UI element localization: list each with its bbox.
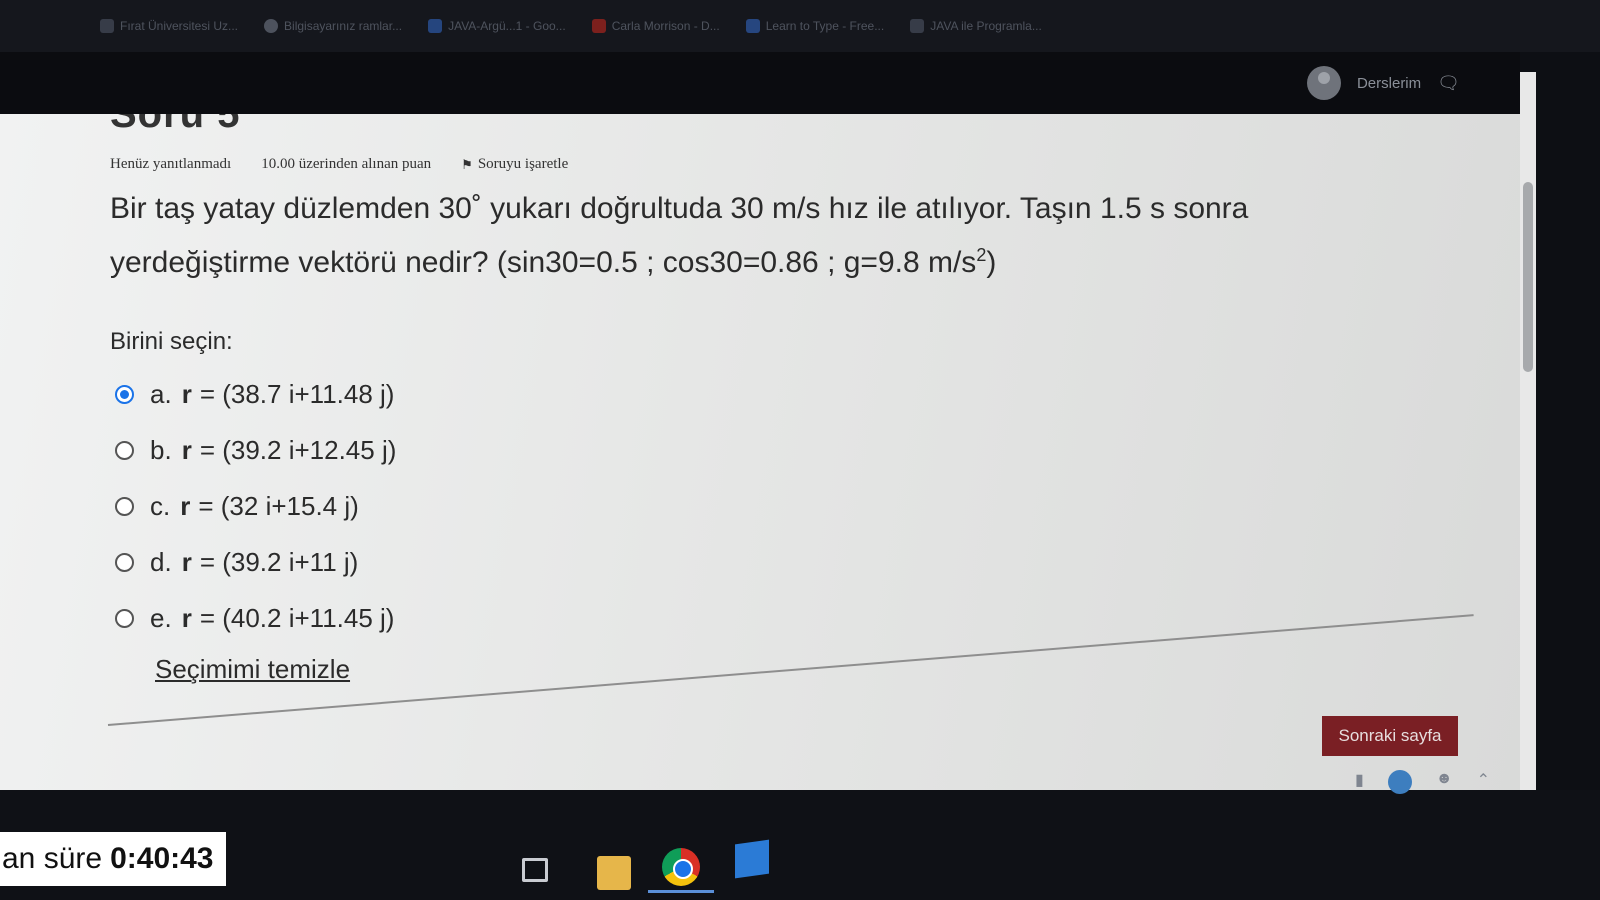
flag-question-label: Soruyu işaretle — [477, 156, 569, 172]
option-d[interactable]: d. r = (39.2 i+11 j) — [115, 534, 396, 590]
github-icon — [264, 19, 279, 33]
active-app-indicator — [648, 890, 714, 893]
flag-question-link[interactable]: ⚑ Soruyu işaretle — [461, 156, 568, 173]
option-value: = (39.2 i+12.45 j) — [199, 434, 397, 465]
question-text-line: yerdeğiştirme vektörü nedir? (sin30=0.5 … — [110, 245, 997, 279]
nav-link-courses[interactable]: Derslerim — [1357, 75, 1421, 92]
option-value: = (40.2 i+11.45 j) — [199, 602, 395, 633]
option-e[interactable]: e. r = (40.2 i+11.45 j) — [115, 590, 396, 646]
option-vector-symbol: r — [181, 434, 192, 465]
option-b[interactable]: b. r = (39.2 i+12.45 j) — [115, 422, 396, 478]
option-letter: d. — [150, 546, 172, 577]
flag-icon: ⚑ — [461, 156, 473, 172]
question-text-line: Bir taş yatay düzlemden 30˚ yukarı doğru… — [110, 192, 1249, 225]
answer-options: a. r = (38.7 i+11.48 j) b. r = (39.2 i+1… — [115, 366, 396, 646]
radio-button[interactable] — [115, 384, 134, 404]
quiz-page: Soru 5 Henüz yanıtlanmadı 10.00 üzerinde… — [0, 114, 1520, 790]
chat-bubble-icon[interactable]: 🗨 — [1437, 73, 1460, 94]
drive-icon — [428, 19, 443, 33]
option-value: = (32 i+15.4 j) — [198, 490, 359, 521]
task-view-icon[interactable] — [522, 858, 548, 882]
option-value: = (38.7 i+11.48 j) — [199, 378, 395, 409]
question-text: Bir taş yatay düzlemden 30˚ yukarı doğru… — [110, 186, 1360, 286]
timer-label: an süre — [2, 842, 103, 875]
option-vector-symbol: r — [180, 490, 191, 521]
option-letter: a. — [150, 378, 172, 409]
remote-desktop-icon[interactable] — [735, 839, 769, 879]
timer-value: 0:40:43 — [110, 842, 214, 875]
bookmark-item[interactable]: Bilgisayarınız ramlar... — [264, 19, 402, 33]
bookmarks-bar: Fırat Üniversitesi Uz... Bilgisayarınız … — [0, 0, 1600, 52]
question-info: Henüz yanıtlanmadı 10.00 üzerinden alına… — [110, 156, 568, 173]
option-c[interactable]: c. r = (32 i+15.4 j) — [115, 478, 396, 534]
chevron-up-icon[interactable]: ⌃ — [1477, 770, 1490, 794]
page-icon — [100, 19, 114, 33]
question-points: 10.00 üzerinden alınan puan — [261, 156, 432, 172]
scroll-thumb[interactable] — [1523, 182, 1533, 372]
option-letter: c. — [150, 490, 171, 521]
radio-button[interactable] — [115, 440, 134, 460]
radio-button[interactable] — [115, 496, 134, 516]
radio-button[interactable] — [115, 552, 134, 572]
keyboard-icon — [745, 19, 760, 33]
usb-icon[interactable]: ▮ — [1355, 770, 1364, 794]
globe-icon[interactable] — [1387, 770, 1412, 794]
bookmark-item[interactable]: JAVA ile Programla... — [910, 19, 1042, 33]
next-page-button[interactable]: Sonraki sayfa — [1322, 716, 1458, 756]
clear-selection-link[interactable]: Seçimimi temizle — [155, 654, 350, 685]
option-letter: e. — [150, 602, 172, 633]
quiz-timer: an süre 0:40:43 — [0, 832, 226, 886]
file-explorer-icon[interactable] — [597, 856, 631, 890]
bookmark-item[interactable]: Fırat Üniversitesi Uz... — [100, 19, 238, 33]
page-icon — [910, 19, 925, 33]
top-navbar: Derslerim 🗨 — [0, 52, 1520, 114]
question-title: Soru 5 — [110, 114, 241, 136]
answer-prompt: Birini seçin: — [110, 328, 233, 355]
youtube-icon — [591, 19, 606, 33]
chrome-icon[interactable] — [662, 848, 700, 886]
option-vector-symbol: r — [181, 546, 192, 577]
radio-button[interactable] — [115, 608, 134, 628]
question-status: Henüz yanıtlanmadı — [110, 156, 232, 172]
option-a[interactable]: a. r = (38.7 i+11.48 j) — [115, 366, 396, 422]
option-vector-symbol: r — [181, 378, 192, 409]
scrollbar[interactable] — [1520, 72, 1536, 790]
taskbar — [0, 790, 1600, 900]
bookmark-item[interactable]: Carla Morrison - D... — [591, 19, 720, 33]
bookmark-item[interactable]: JAVA-Argü...1 - Goo... — [428, 19, 566, 33]
option-letter: b. — [150, 434, 172, 465]
superscript: 2 — [976, 245, 987, 265]
system-tray: ▮ ☻ ⌃ — [1355, 770, 1490, 794]
people-icon[interactable]: ☻ — [1436, 770, 1453, 794]
option-vector-symbol: r — [181, 602, 192, 633]
avatar[interactable] — [1306, 66, 1341, 100]
bookmark-item[interactable]: Learn to Type - Free... — [745, 19, 884, 33]
option-value: = (39.2 i+11 j) — [199, 546, 359, 577]
